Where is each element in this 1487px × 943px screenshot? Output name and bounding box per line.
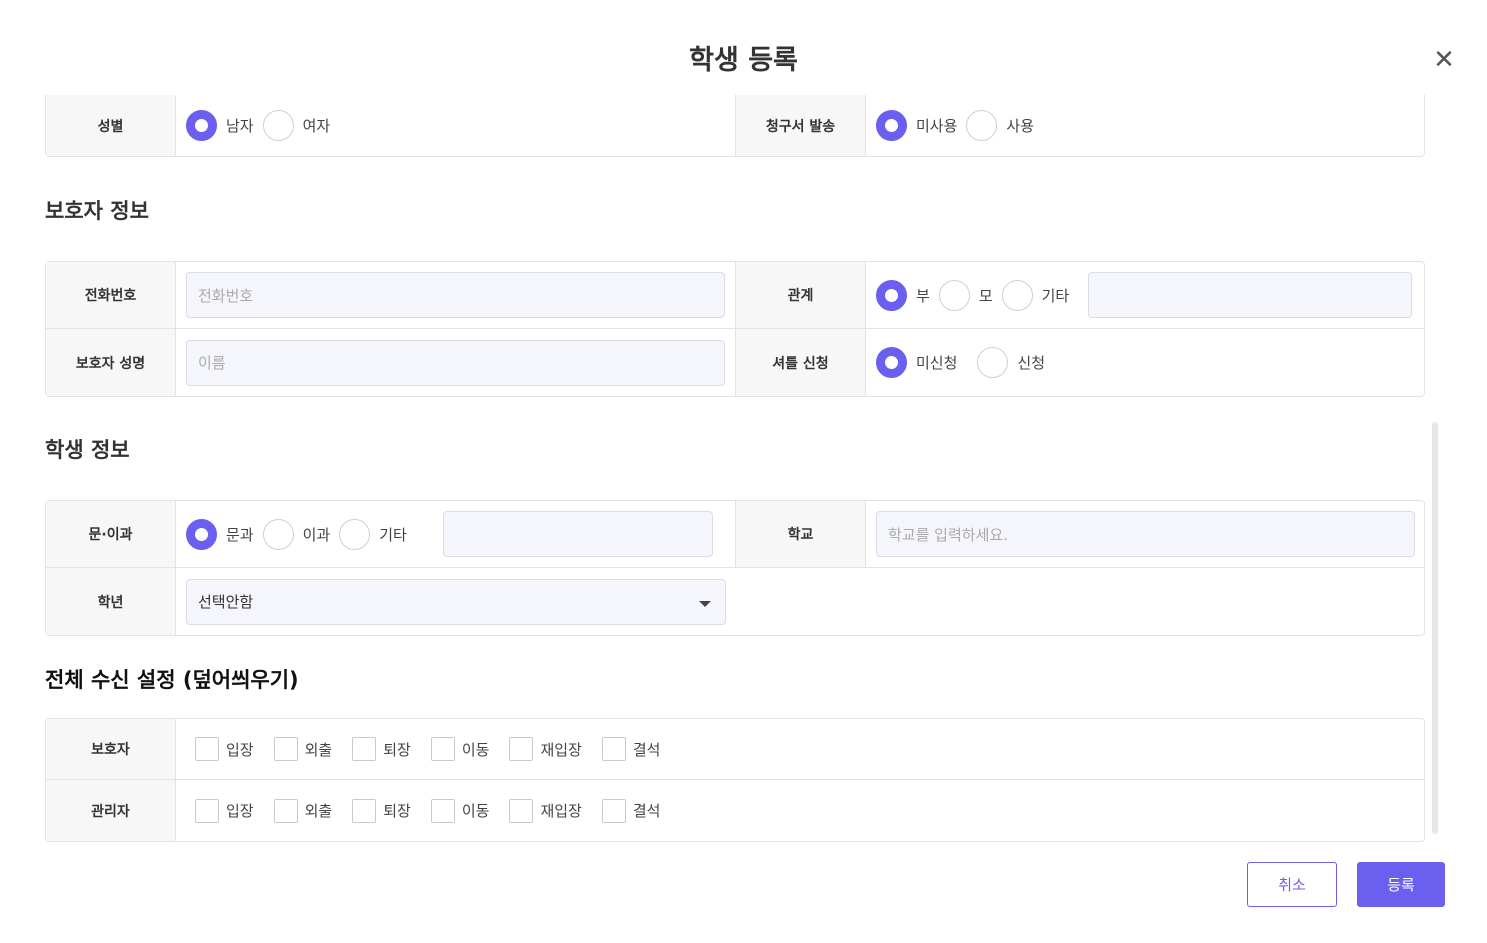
scrollbar[interactable]	[1432, 422, 1438, 834]
relation-other-label: 기타	[1041, 286, 1070, 305]
admin-move-label: 이동	[461, 802, 490, 820]
guardian-table: 전화번호 전화번호 관계 부 모 기타 보호자 성명 이름 셔틀 신청 미신청	[45, 261, 1425, 397]
admin-absent-label: 결석	[632, 802, 661, 820]
shuttle-yes-radio[interactable]	[977, 347, 1009, 378]
track-label: 문·이과	[46, 501, 176, 567]
shuttle-yes-label: 신청	[1017, 354, 1046, 372]
gender-male-radio[interactable]	[186, 110, 217, 141]
notify-table: 보호자 입장 외출 퇴장 이동 재입장 결석 관리자 입장 외출 퇴장 이동 재…	[45, 718, 1425, 842]
admin-enter-label: 입장	[226, 802, 254, 820]
admin-reenter-checkbox[interactable]	[509, 798, 534, 823]
track-science-radio[interactable]	[262, 518, 294, 550]
relation-mother-radio[interactable]	[938, 279, 970, 311]
school-input[interactable]: 학교를 입력하세요.	[876, 511, 1415, 557]
guardian-move-label: 이동	[461, 740, 490, 759]
notify-section-title: 전체 수신 설정 (덮어씌우기)	[45, 668, 299, 692]
admin-leave-checkbox[interactable]	[352, 798, 377, 823]
admin-reenter-label: 재입장	[540, 802, 582, 820]
gender-female-radio[interactable]	[262, 110, 294, 141]
notify-admin-label: 관리자	[46, 780, 176, 841]
grade-select[interactable]: 선택안함	[186, 578, 726, 625]
basic-info-table: 성별 남자 여자 청구서 발송 미사용 사용	[45, 95, 1425, 157]
shuttle-no-label: 미신청	[916, 354, 958, 372]
shuttle-label: 셔틀 신청	[736, 329, 866, 396]
guardian-enter-label: 입장	[226, 740, 254, 759]
admin-enter-checkbox[interactable]	[195, 798, 219, 823]
guardian-section-title: 보호자 정보	[45, 199, 149, 223]
guardian-name-input[interactable]: 이름	[186, 339, 725, 386]
shuttle-no-radio[interactable]	[876, 347, 907, 378]
phone-input[interactable]: 전화번호	[186, 272, 725, 318]
chevron-down-icon	[699, 600, 711, 607]
gender-female-label: 여자	[302, 117, 331, 135]
cancel-button[interactable]: 취소	[1247, 862, 1337, 907]
invoice-unused-radio[interactable]	[876, 110, 907, 141]
admin-leave-label: 퇴장	[383, 802, 411, 820]
school-label: 학교	[736, 501, 866, 567]
track-liberal-radio[interactable]	[186, 518, 217, 550]
relation-other-radio[interactable]	[1001, 279, 1033, 311]
guardian-enter-checkbox[interactable]	[195, 737, 219, 761]
guardian-move-checkbox[interactable]	[430, 737, 455, 761]
invoice-use-radio[interactable]	[966, 110, 998, 141]
guardian-leave-checkbox[interactable]	[352, 737, 377, 761]
invoice-use-label: 사용	[1006, 117, 1035, 135]
track-liberal-label: 문과	[226, 525, 254, 544]
student-table: 문·이과 문과 이과 기타 학교 학교를 입력하세요. 학년 선택안함	[45, 500, 1425, 636]
gender-male-label: 남자	[226, 117, 254, 135]
relation-father-label: 부	[916, 286, 930, 305]
admin-absent-checkbox[interactable]	[601, 798, 626, 823]
gender-label: 성별	[46, 95, 176, 156]
guardian-out-label: 외출	[304, 740, 333, 759]
grade-select-value: 선택안함	[198, 593, 254, 611]
student-section-title: 학생 정보	[45, 438, 130, 462]
guardian-name-label: 보호자 성명	[46, 329, 176, 396]
submit-button[interactable]: 등록	[1357, 862, 1445, 907]
admin-out-checkbox[interactable]	[273, 798, 298, 823]
guardian-leave-label: 퇴장	[383, 740, 411, 759]
guardian-absent-checkbox[interactable]	[601, 737, 626, 761]
guardian-absent-label: 결석	[632, 740, 661, 759]
phone-label: 전화번호	[46, 262, 176, 328]
grade-label: 학년	[46, 568, 176, 635]
notify-guardian-label: 보호자	[46, 719, 176, 779]
modal-title: 학생 등록	[689, 45, 798, 76]
relation-mother-label: 모	[978, 286, 993, 305]
guardian-reenter-checkbox[interactable]	[509, 737, 534, 761]
track-other-input[interactable]	[442, 511, 713, 557]
invoice-unused-label: 미사용	[916, 117, 958, 135]
invoice-label: 청구서 발송	[736, 95, 866, 156]
track-other-radio[interactable]	[339, 518, 371, 550]
admin-out-label: 외출	[304, 802, 333, 820]
guardian-reenter-label: 재입장	[540, 740, 582, 759]
track-other-label: 기타	[379, 525, 407, 544]
relation-label: 관계	[736, 262, 866, 328]
relation-father-radio[interactable]	[876, 279, 907, 311]
track-science-label: 이과	[302, 525, 331, 544]
admin-move-checkbox[interactable]	[430, 798, 455, 823]
guardian-out-checkbox[interactable]	[273, 737, 298, 761]
close-icon[interactable]: ✕	[1432, 47, 1456, 73]
relation-other-input[interactable]	[1088, 272, 1413, 318]
